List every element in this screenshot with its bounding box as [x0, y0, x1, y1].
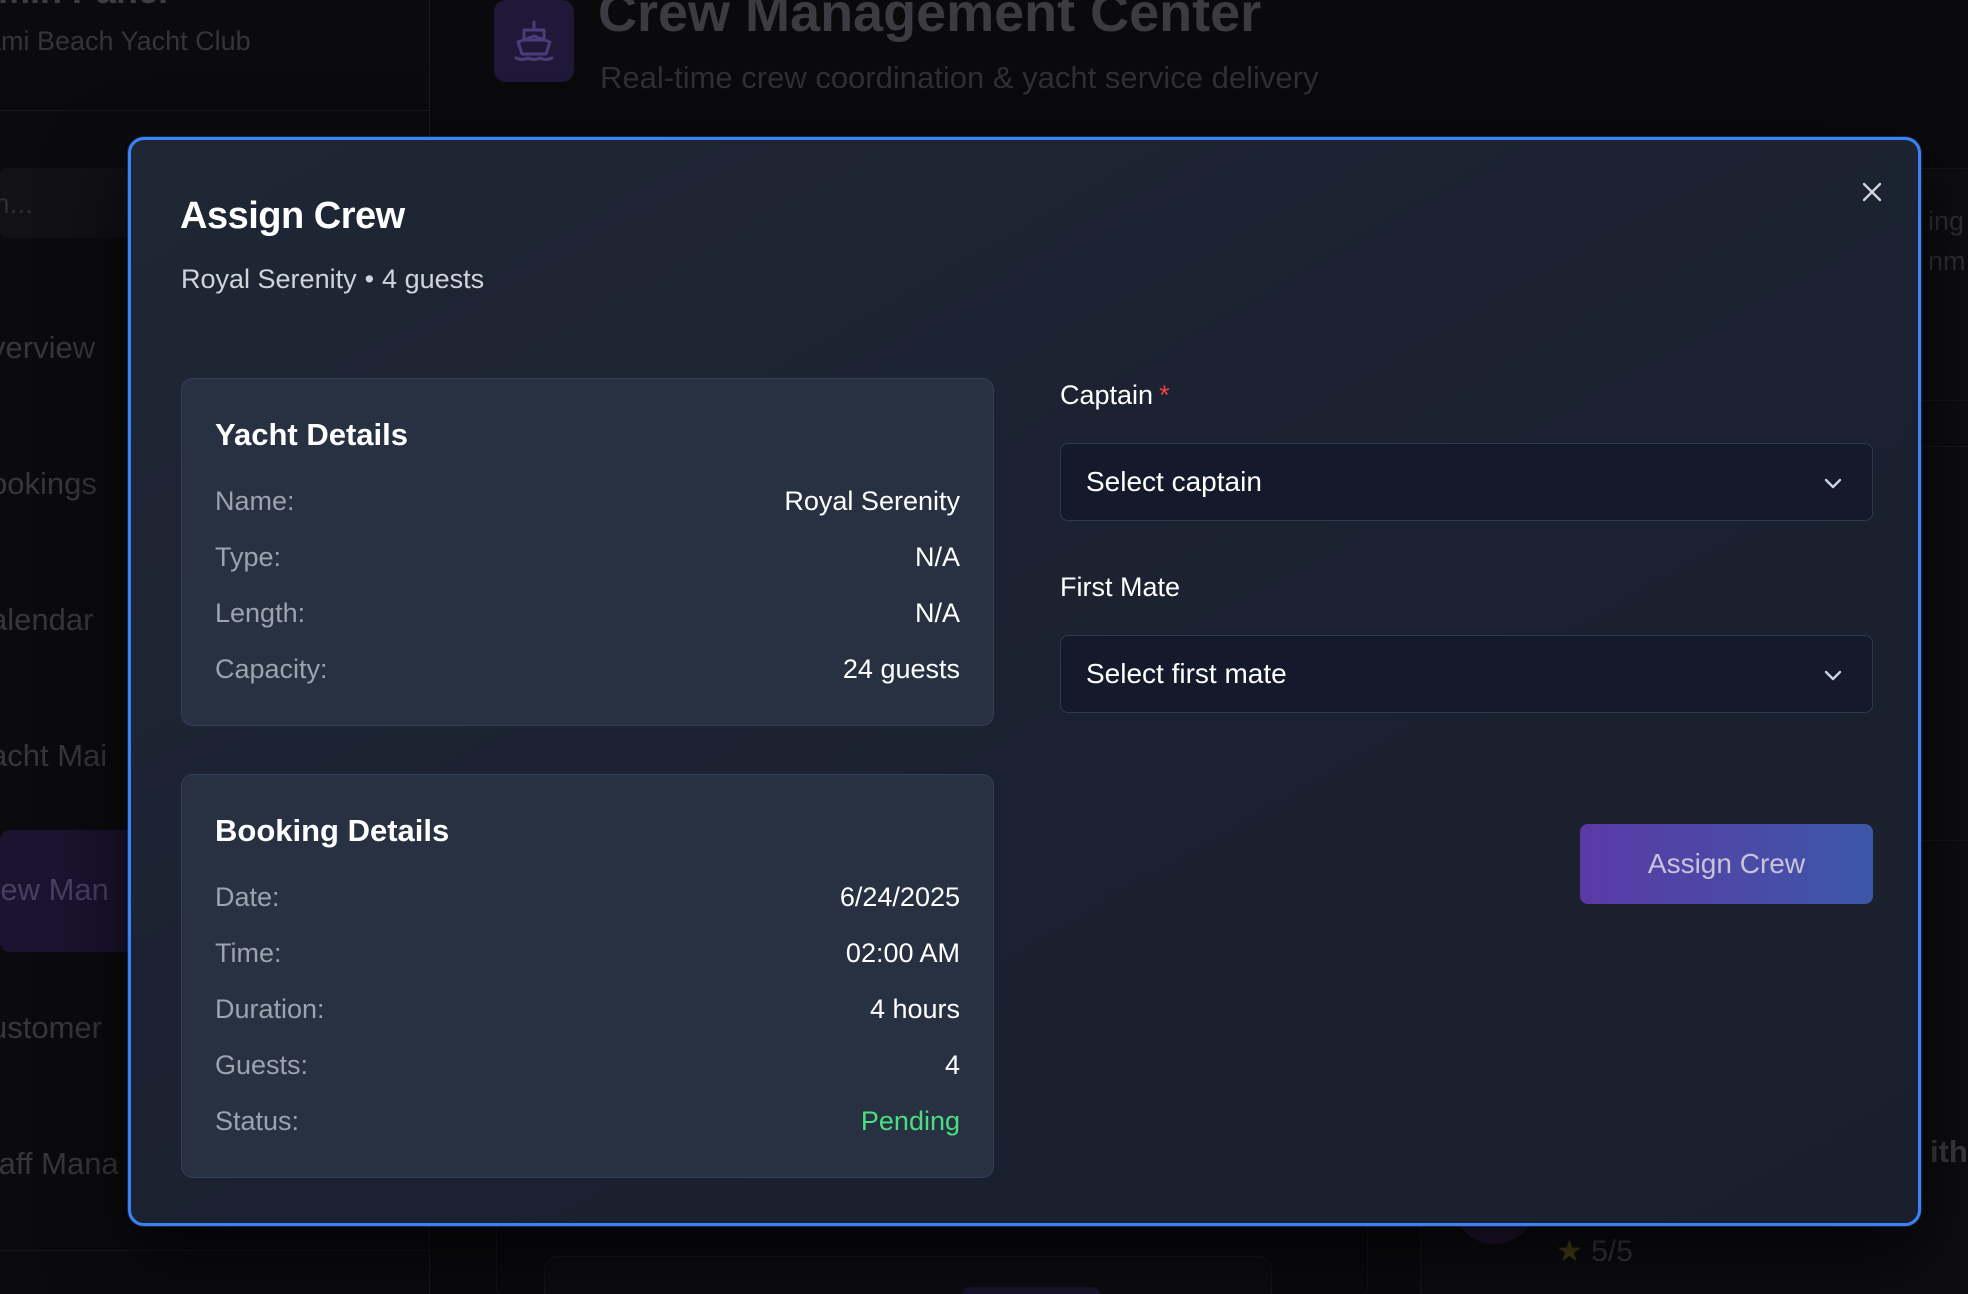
page-subtitle: Real-time crew coordination & yacht serv… [600, 60, 1319, 95]
close-icon [1862, 182, 1882, 202]
assign-crew-button[interactable]: Assign Crew [1580, 824, 1873, 904]
booking-date-row: Date: 6/24/2025 [215, 879, 960, 915]
background-crew-name: ith [1930, 1134, 1968, 1169]
row-label: Guests: [215, 1049, 309, 1080]
chevron-down-icon [1824, 478, 1842, 489]
crew-rating: ★ 5/5 [1556, 1234, 1633, 1269]
close-button[interactable] [1854, 174, 1890, 210]
sidebar-subtitle: ami Beach Yacht Club [0, 26, 251, 56]
yacht-capacity-row: Capacity: 24 guests [215, 651, 960, 687]
subtitle-guests: 4 guests [382, 264, 485, 294]
subtitle-separator: • [364, 264, 375, 294]
subtitle-yacht-name: Royal Serenity [181, 264, 357, 294]
row-label: Length: [215, 597, 306, 628]
sidebar-item-label: rew Man [0, 872, 109, 907]
row-value: 6/24/2025 [839, 881, 960, 912]
sidebar-item-bookings[interactable]: ookings [0, 466, 97, 502]
header-icon-tile [494, 0, 574, 82]
star-icon: ★ [1556, 1235, 1583, 1268]
captain-label-text: Captain [1060, 380, 1154, 410]
required-marker: * [1159, 380, 1170, 410]
sidebar-item-staff-management[interactable]: taff Mana [0, 1146, 119, 1182]
row-label: Type: [215, 541, 282, 572]
sidebar-divider [0, 1250, 430, 1251]
first-mate-label-text: First Mate [1060, 572, 1181, 602]
yacht-length-row: Length: N/A [215, 595, 960, 631]
background-card [544, 1256, 1272, 1294]
background-text: ing [1928, 206, 1965, 236]
row-value: 24 guests [842, 653, 960, 684]
booking-status-row: Status: Pending [215, 1103, 960, 1139]
first-mate-label: First Mate [1060, 572, 1180, 603]
sidebar-search-placeholder: h... [0, 188, 33, 219]
rating-value: 5/5 [1591, 1235, 1633, 1268]
row-label: Duration: [215, 993, 325, 1024]
row-label: Time: [215, 937, 282, 968]
page-title: Crew Management Center [598, 0, 1262, 43]
yacht-details-title: Yacht Details [215, 417, 408, 452]
sidebar-item-yacht-maintenance[interactable]: acht Mai [0, 738, 107, 774]
background-text: nm [1928, 246, 1966, 276]
captain-label: Captain * [1060, 380, 1170, 411]
yacht-name-row: Name: Royal Serenity [215, 483, 960, 519]
sidebar-item-overview[interactable]: verview [0, 330, 95, 366]
row-value: N/A [914, 597, 960, 628]
status-badge: Pending [860, 1105, 960, 1136]
yacht-details-card: Yacht Details Name: Royal Serenity Type:… [181, 378, 994, 726]
ship-icon [514, 20, 554, 61]
row-value: 4 [944, 1049, 960, 1080]
booking-details-title: Booking Details [215, 813, 450, 848]
row-value: 4 hours [869, 993, 960, 1024]
sidebar-divider [0, 110, 430, 111]
background-pill [961, 1287, 1101, 1294]
dialog-subtitle: Royal Serenity • 4 guests [181, 264, 484, 295]
dialog-title: Assign Crew [180, 195, 405, 237]
sidebar-item-customers[interactable]: ustomer [0, 1010, 102, 1046]
booking-time-row: Time: 02:00 AM [215, 935, 960, 971]
captain-select-value: Select captain [1086, 466, 1262, 497]
row-value: N/A [914, 541, 960, 572]
booking-duration-row: Duration: 4 hours [215, 991, 960, 1027]
booking-details-card: Booking Details Date: 6/24/2025 Time: 02… [181, 774, 994, 1178]
booking-guests-row: Guests: 4 [215, 1047, 960, 1083]
chevron-down-icon [1824, 670, 1842, 681]
row-label: Status: [215, 1105, 300, 1136]
row-value: 02:00 AM [845, 937, 960, 968]
row-label: Date: [215, 881, 280, 912]
row-value: Royal Serenity [784, 485, 960, 516]
app-screen: dmin Panel ami Beach Yacht Club h... ver… [0, 0, 1968, 1294]
captain-select[interactable]: Select captain [1060, 443, 1873, 521]
row-label: Capacity: [215, 653, 328, 684]
first-mate-select[interactable]: Select first mate [1060, 635, 1873, 713]
row-label: Name: [215, 485, 295, 516]
first-mate-select-value: Select first mate [1086, 658, 1287, 689]
sidebar-title: dmin Panel [0, 0, 168, 12]
assign-crew-dialog: Assign Crew Royal Serenity • 4 guests Yach… [128, 137, 1921, 1226]
yacht-type-row: Type: N/A [215, 539, 960, 575]
sidebar-item-calendar[interactable]: alendar [0, 602, 93, 638]
